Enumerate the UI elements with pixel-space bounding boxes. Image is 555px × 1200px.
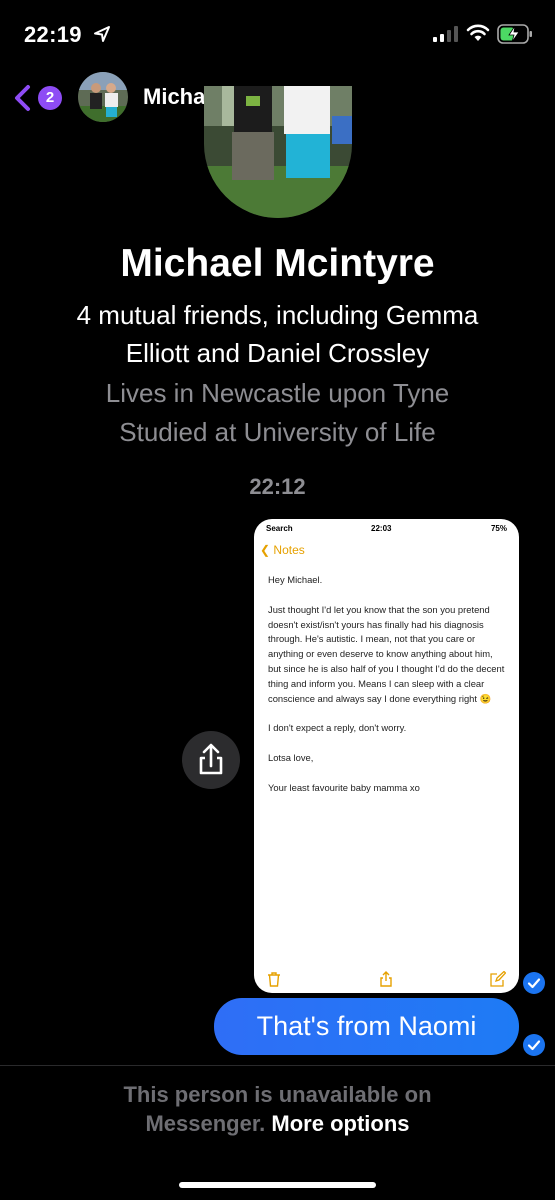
screenshot-status-left: Search [266, 524, 293, 533]
note-body: Hey Michael. Just thought I'd let you kn… [268, 573, 508, 811]
share-icon [199, 743, 223, 775]
notes-toolbar [254, 967, 519, 993]
screenshot-status-bar: Search 22:03 75% [254, 522, 519, 536]
mutual-friends-text-cont: Elliott and Daniel Crossley [125, 338, 430, 368]
chevron-left-icon [15, 85, 30, 111]
unavailable-notice-line2: Messenger. More options [0, 1109, 555, 1138]
back-button[interactable]: 2 [10, 80, 68, 116]
note-paragraph: I don't expect a reply, don't worry. [268, 722, 407, 734]
unavailable-notice-cont: Messenger. [145, 1111, 266, 1136]
footer-divider [0, 1065, 555, 1066]
chevron-left-icon: ❮ [260, 543, 271, 557]
status-bar: 22:19 [0, 0, 555, 70]
profile-name: Michael Mcintyre [120, 242, 435, 285]
studied-at-text: Studied at University of Life [119, 417, 436, 447]
share-button[interactable] [182, 731, 240, 789]
battery-charging-icon [497, 24, 532, 44]
share-icon [380, 971, 392, 987]
screenshot-status-battery: 75% [490, 524, 507, 533]
unread-count-badge: 2 [38, 86, 62, 110]
home-indicator[interactable] [179, 1182, 376, 1188]
profile-photo[interactable] [204, 86, 352, 218]
note-paragraph: Hey Michael. [268, 574, 323, 585]
more-options-link[interactable]: More options [271, 1111, 409, 1136]
status-time: 22:19 [24, 22, 82, 47]
screenshot-status-time: 22:03 [371, 524, 392, 533]
sent-message-bubble[interactable]: That's from Naomi [214, 998, 519, 1055]
notes-back-link: ❮ Notes [260, 543, 305, 557]
trash-icon [268, 972, 280, 987]
seen-check-icon [523, 1034, 545, 1056]
location-arrow-icon [94, 26, 110, 42]
seen-check-icon [523, 972, 545, 994]
cellular-signal-icon [433, 26, 458, 42]
note-paragraph: Just thought I'd let you know that the s… [268, 603, 505, 704]
avatar-photo [78, 72, 128, 122]
wifi-icon [466, 24, 490, 41]
compose-icon [490, 971, 506, 987]
lives-in-text: Lives in Newcastle upon Tyne [105, 378, 450, 408]
notes-back-label: Notes [273, 543, 305, 557]
mutual-friends-text: 4 mutual friends, including Gemma [76, 300, 479, 330]
note-paragraph: Lotsa love, [268, 752, 314, 764]
message-timestamp: 22:12 [249, 474, 306, 499]
unavailable-notice: This person is unavailable on [123, 1082, 432, 1107]
shared-notes-screenshot[interactable]: Search 22:03 75% ❮ Notes Hey Michael. Ju… [254, 519, 519, 993]
contact-avatar[interactable] [78, 72, 128, 122]
note-paragraph: Your least favourite baby mamma xo [268, 781, 420, 793]
profile-photo-image [204, 86, 352, 218]
